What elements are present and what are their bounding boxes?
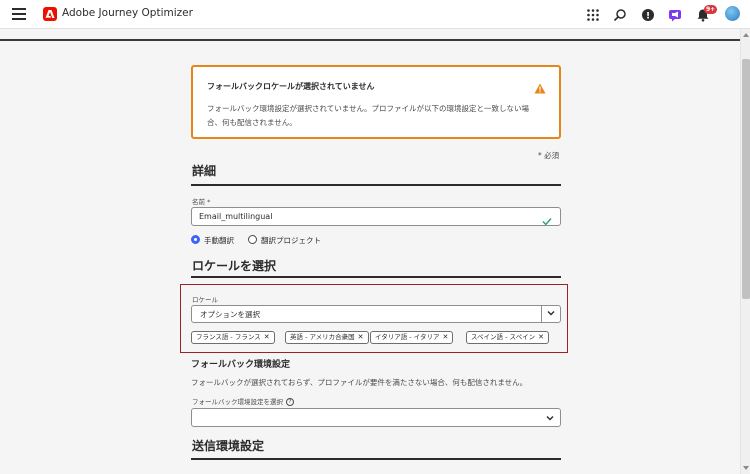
remove-tag-icon[interactable]: ✕ [442, 333, 448, 341]
name-field[interactable]: Email_multilingual [191, 207, 561, 226]
scrollbar-thumb[interactable] [742, 59, 750, 299]
fallback-dropdown[interactable] [191, 408, 561, 427]
fallback-field-label: フォールバック環境設定を選択 [192, 398, 283, 406]
alert-body: フォールバック環境設定が選択されていません。プロファイルが以下の環境設定と一致し… [207, 104, 530, 127]
locale-label: ロケール [192, 296, 218, 304]
locale-tag-label: イタリア語 - イタリア [375, 333, 440, 341]
top-bar: Adobe Journey Optimizer ! 9+ [0, 0, 750, 29]
vertical-scrollbar[interactable] [740, 29, 750, 474]
megaphone-icon[interactable] [668, 7, 683, 22]
fallback-field-label-row: フォールバック環境設定を選択? [192, 396, 294, 406]
alert-title: フォールバックロケールが選択されていません [207, 82, 375, 91]
locale-picker-placeholder: オプションを選択 [200, 310, 260, 319]
search-icon[interactable] [613, 7, 628, 22]
notification-badge: 9+ [704, 5, 718, 14]
chevron-down-icon [547, 311, 555, 316]
required-note: * 必須 [538, 151, 560, 160]
scroll-down-arrow-icon[interactable] [743, 466, 749, 470]
locale-tag-label: 英語 - アメリカ合衆国 [290, 333, 355, 341]
scroll-up-arrow-icon[interactable] [743, 33, 749, 37]
send-settings-rule [191, 458, 561, 460]
grid-icon[interactable] [586, 7, 601, 22]
send-settings-heading: 送信環境設定 [192, 439, 265, 453]
chevron-down-icon [546, 416, 554, 421]
locale-picker[interactable]: オプションを選択 [191, 305, 561, 323]
page-header-divider [0, 39, 740, 41]
locale-tag[interactable]: 英語 - アメリカ合衆国 ✕ [285, 331, 369, 344]
locale-tag[interactable]: イタリア語 - イタリア ✕ [370, 331, 454, 344]
details-rule [191, 184, 561, 186]
name-label: 名前 * [192, 198, 211, 206]
locale-picker-button[interactable] [541, 306, 560, 322]
app-title[interactable]: Adobe Journey Optimizer [62, 7, 193, 19]
avatar[interactable] [725, 6, 740, 21]
remove-tag-icon[interactable]: ✕ [538, 333, 544, 341]
remove-tag-icon[interactable]: ✕ [358, 333, 364, 341]
locale-rule [191, 276, 561, 278]
svg-text:!: ! [646, 11, 650, 21]
locale-tag-label: スペイン語 - スペイン [471, 333, 536, 341]
locale-heading: ロケールを選択 [192, 259, 277, 273]
translation-project-radio[interactable] [248, 235, 257, 244]
locale-tag-label: フランス語 - フランス [196, 333, 261, 341]
warning-icon [534, 79, 546, 98]
adobe-logo-icon[interactable] [43, 7, 57, 21]
details-heading: 詳細 [192, 164, 217, 178]
menu-icon[interactable] [12, 8, 26, 20]
help-circle-icon[interactable]: ! [641, 7, 656, 22]
remove-tag-icon[interactable]: ✕ [264, 333, 270, 341]
locale-tag[interactable]: フランス語 - フランス ✕ [191, 331, 275, 344]
manual-translation-label[interactable]: 手動翻訳 [204, 235, 234, 246]
fallback-warning-alert: フォールバックロケールが選択されていません フォールバック環境設定が選択されてい… [191, 65, 561, 139]
manual-translation-radio[interactable] [191, 235, 200, 244]
help-icon[interactable]: ? [286, 398, 294, 406]
fallback-description: フォールバックが選択されておらず、プロファイルが要件を満たさない場合、何も配信さ… [191, 378, 528, 387]
checkmark-icon [542, 211, 552, 230]
fallback-heading: フォールバック環境設定 [191, 360, 291, 370]
locale-tag[interactable]: スペイン語 - スペイン ✕ [466, 331, 549, 344]
translation-project-label[interactable]: 翻訳プロジェクト [261, 235, 321, 246]
